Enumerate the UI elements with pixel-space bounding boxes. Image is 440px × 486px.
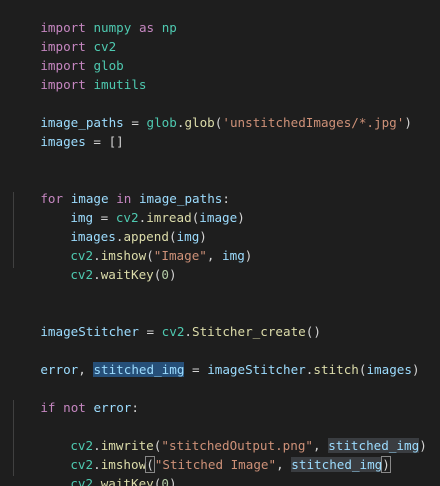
module-name: cv2 (70, 267, 94, 282)
list-literal: [] (108, 134, 124, 149)
dot: . (93, 476, 101, 486)
code-line-23[interactable]: cv2.imwrite("stitchedOutput.png", stitch… (40, 417, 427, 453)
function-name: stitch (313, 362, 359, 377)
argument: images (366, 362, 412, 377)
code-line-4[interactable]: import imutils (10, 56, 146, 92)
module-name: cv2 (70, 476, 94, 486)
paren-close: ) (411, 362, 420, 377)
operator: = (184, 362, 208, 377)
code-line-13[interactable]: cv2.imshow("Image", img) (40, 227, 252, 263)
function-name: glob (184, 115, 215, 130)
keyword-if: if (40, 400, 56, 415)
code-line-21[interactable]: if not error: (10, 379, 139, 415)
module-name: glob (146, 115, 177, 130)
paren-close: ) (168, 476, 177, 486)
keyword-as: as (138, 20, 155, 35)
argument: img (222, 248, 245, 263)
code-line-2[interactable]: import cv2 (10, 18, 116, 54)
code-line-11[interactable]: img = cv2.imread(image) (40, 189, 244, 225)
code-line-10[interactable]: for image in image_paths: (10, 170, 230, 206)
dot: . (184, 324, 193, 339)
operator: = (123, 115, 147, 130)
number-literal: 0 (161, 267, 169, 282)
module-name: imutils (93, 77, 147, 92)
operator: = (138, 324, 162, 339)
code-line-7[interactable]: images = [] (10, 113, 123, 149)
string-literal: 'unstitchedImages/*.jpg' (222, 115, 405, 130)
variable: error (40, 362, 79, 377)
code-line-6[interactable]: image_paths = glob.glob('unstitchedImage… (10, 94, 412, 130)
keyword-not: not (63, 400, 86, 415)
dot: . (93, 267, 101, 282)
paren-close: ) (419, 438, 427, 453)
comma: , (206, 248, 223, 263)
code-line-19[interactable]: error, stitched_img = imageStitcher.stit… (10, 341, 420, 377)
code-line-3[interactable]: import glob (10, 37, 123, 73)
code-line-1[interactable]: import numpy as np (10, 0, 177, 35)
number-literal: 0 (161, 476, 169, 486)
parens: () (305, 324, 321, 339)
matched-paren-close: ) (381, 456, 391, 473)
code-editor[interactable]: import numpy as np import cv2 import glo… (0, 0, 440, 486)
code-line-14[interactable]: cv2.waitKey(0) (40, 246, 176, 282)
function-name: waitKey (100, 476, 154, 486)
module-name: cv2 (161, 324, 185, 339)
paren-close: ) (404, 115, 412, 130)
selected-variable[interactable]: stitched_img (93, 362, 185, 377)
function-name: waitKey (100, 267, 154, 282)
code-line-17[interactable]: imageStitcher = cv2.Stitcher_create() (10, 303, 321, 339)
variable-occurrence: stitched_img (291, 457, 383, 472)
colon: : (131, 400, 139, 415)
paren-close: ) (244, 248, 253, 263)
code-line-12[interactable]: images.append(img) (40, 208, 207, 244)
paren-close: ) (237, 210, 245, 225)
variable: imageStitcher (40, 324, 139, 339)
function-name: Stitcher_create (192, 324, 306, 339)
comma: , (78, 362, 94, 377)
code-line-24[interactable]: cv2.imshow("Stitched Image", stitched_im… (40, 436, 391, 473)
module-alias: np (161, 20, 177, 35)
comma: , (276, 457, 292, 472)
keyword-import: import (40, 77, 86, 92)
operator: = (85, 134, 109, 149)
paren-close: ) (168, 267, 177, 282)
variable: error (93, 400, 132, 415)
variable: imageStitcher (207, 362, 306, 377)
code-line-25[interactable]: cv2.waitKey(0) (40, 455, 176, 486)
variable: images (40, 134, 86, 149)
